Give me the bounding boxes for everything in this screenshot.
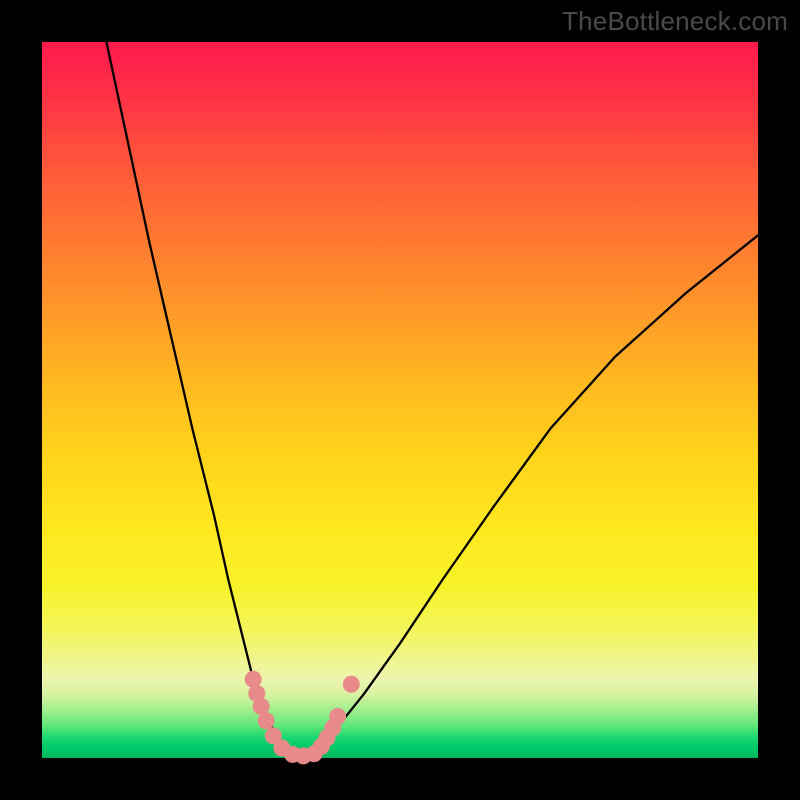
chart-frame: TheBottleneck.com	[0, 0, 800, 800]
watermark-text: TheBottleneck.com	[562, 6, 788, 37]
chart-overlay	[0, 0, 800, 800]
data-dot	[258, 712, 275, 729]
right-curve	[300, 235, 758, 758]
data-dot	[343, 676, 360, 693]
data-dot	[245, 671, 262, 688]
data-dot	[329, 708, 346, 725]
left-curve	[106, 42, 299, 758]
